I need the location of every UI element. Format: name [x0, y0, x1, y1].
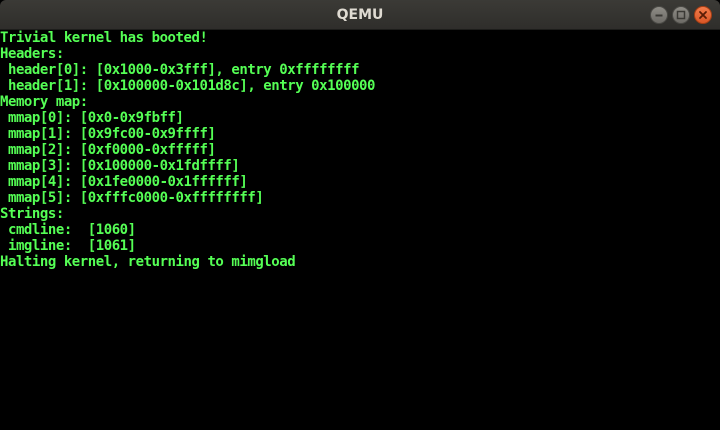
console-line: mmap[4]: [0x1fe0000-0x1ffffff] — [0, 174, 248, 190]
console-line: imgline: [1061] — [0, 238, 136, 254]
console-line: Trivial kernel has booted! — [0, 30, 208, 46]
console-line: Memory map: — [0, 94, 88, 110]
console-line: header[1]: [0x100000-0x101d8c], entry 0x… — [0, 78, 375, 94]
console-line: mmap[1]: [0x9fc00-0x9ffff] — [0, 126, 216, 142]
window-title: QEMU — [336, 7, 384, 23]
console-line: mmap[0]: [0x0-0x9fbff] — [0, 110, 184, 126]
maximize-icon — [676, 10, 686, 20]
close-icon — [699, 11, 707, 19]
qemu-window: QEMU Trivial kernel has booted! Headers: — [0, 0, 720, 430]
console-line: cmdline: [1060] — [0, 222, 136, 238]
console-line: mmap[2]: [0xf0000-0xfffff] — [0, 142, 216, 158]
minimize-button[interactable] — [650, 6, 668, 24]
close-button[interactable] — [694, 6, 712, 24]
window-controls — [650, 6, 712, 24]
console-line: Headers: — [0, 46, 64, 62]
console-line: Strings: — [0, 206, 64, 222]
minimize-icon — [655, 14, 663, 17]
console-line: mmap[3]: [0x100000-0x1fdffff] — [0, 158, 240, 174]
title-bar[interactable]: QEMU — [0, 0, 720, 30]
console-line: mmap[5]: [0xfffc0000-0xffffffff] — [0, 190, 264, 206]
console-line: header[0]: [0x1000-0x3fff], entry 0xffff… — [0, 62, 360, 78]
vm-console-display[interactable]: Trivial kernel has booted! Headers: head… — [0, 30, 720, 430]
console-line: Halting kernel, returning to mimgload — [0, 254, 296, 270]
maximize-button[interactable] — [672, 6, 690, 24]
